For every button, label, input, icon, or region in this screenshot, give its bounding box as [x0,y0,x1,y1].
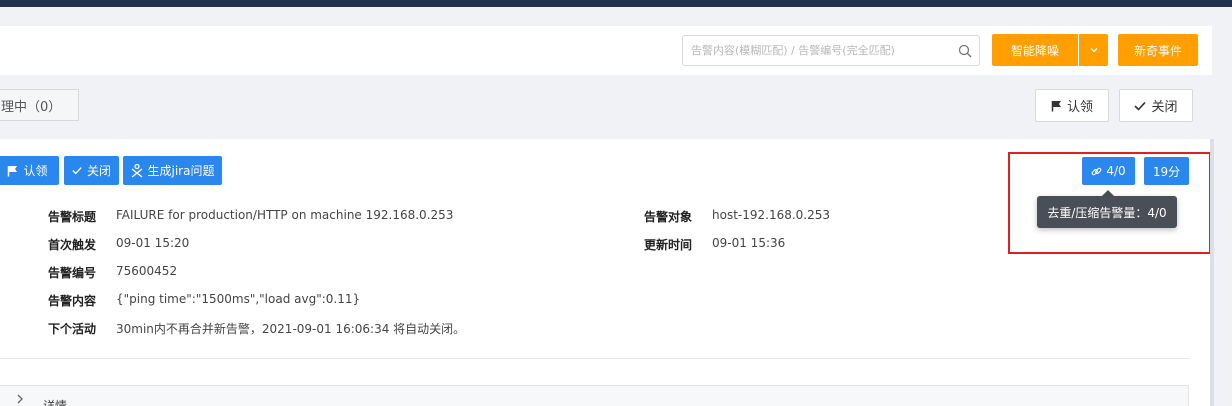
update-time-value: 09-01 15:36 [712,236,786,250]
search-box[interactable] [682,35,980,66]
close-button[interactable]: 关闭 [64,156,119,185]
next-activity-value: 30min内不再合并新告警，2021-09-01 16:06:34 将自动关闭。 [116,322,466,336]
search-input[interactable] [691,36,951,65]
alert-id-value: 75600452 [116,264,178,278]
target-value: host-192.168.0.253 [712,208,831,222]
flag-icon [8,165,18,176]
details-label: 详情 [43,399,68,406]
details-panel-header[interactable]: 详情 [0,385,1189,406]
highlight-box [1008,152,1211,254]
title-value: FAILURE for production/HTTP on machine 1… [116,208,454,222]
toolbar: 智能降噪 新奇事件 [0,26,1212,75]
claim-button[interactable]: 认领 [0,156,59,185]
top-header-bar [0,0,1232,7]
new-event-button[interactable]: 新奇事件 [1118,34,1198,66]
first-trigger-label: 首次触发 [48,238,97,252]
tab-processing-label: 理中（0） [1,99,62,115]
bulk-claim-button[interactable]: 认领 [1035,89,1109,122]
jira-icon [131,163,142,178]
first-trigger-value: 09-01 15:20 [116,236,190,250]
create-jira-issue-button[interactable]: 生成jira问题 [123,156,222,185]
smart-denoise-button[interactable]: 智能降噪 [992,34,1078,66]
title-label: 告警标题 [48,210,97,224]
chevron-right-icon [17,394,23,404]
new-event-label: 新奇事件 [1133,43,1182,58]
target-label: 告警对象 [644,210,693,224]
create-jira-issue-label: 生成jira问题 [147,164,215,178]
bulk-close-button[interactable]: 关闭 [1119,89,1193,122]
close-label: 关闭 [86,164,111,178]
tab-processing[interactable]: 理中（0） [0,89,79,121]
tab-bar: 理中（0） 认领 关闭 [0,75,1212,138]
divider [0,358,1190,359]
claim-label: 认领 [23,164,48,178]
smart-denoise-label: 智能降噪 [1010,43,1059,58]
content-label: 告警内容 [48,294,97,308]
scrollbar[interactable] [1210,139,1214,406]
update-time-label: 更新时间 [644,238,693,252]
bulk-close-label: 关闭 [1151,100,1178,115]
next-activity-label: 下个活动 [48,322,97,336]
bulk-claim-label: 认领 [1066,100,1093,115]
alert-card: 认领 关闭 生成jira问题 4/0 19分 去重/压缩告警量：4/0 告警标题… [0,139,1211,406]
check-icon [1134,101,1147,111]
alert-id-label: 告警编号 [48,266,97,280]
chevron-down-icon [1090,48,1097,53]
search-icon[interactable] [958,44,972,58]
smart-denoise-dropdown-button[interactable] [1079,34,1108,66]
content-value: {"ping time":"1500ms","load avg":0.11} [116,292,361,306]
flag-icon [1051,100,1061,111]
check-icon [72,167,82,175]
